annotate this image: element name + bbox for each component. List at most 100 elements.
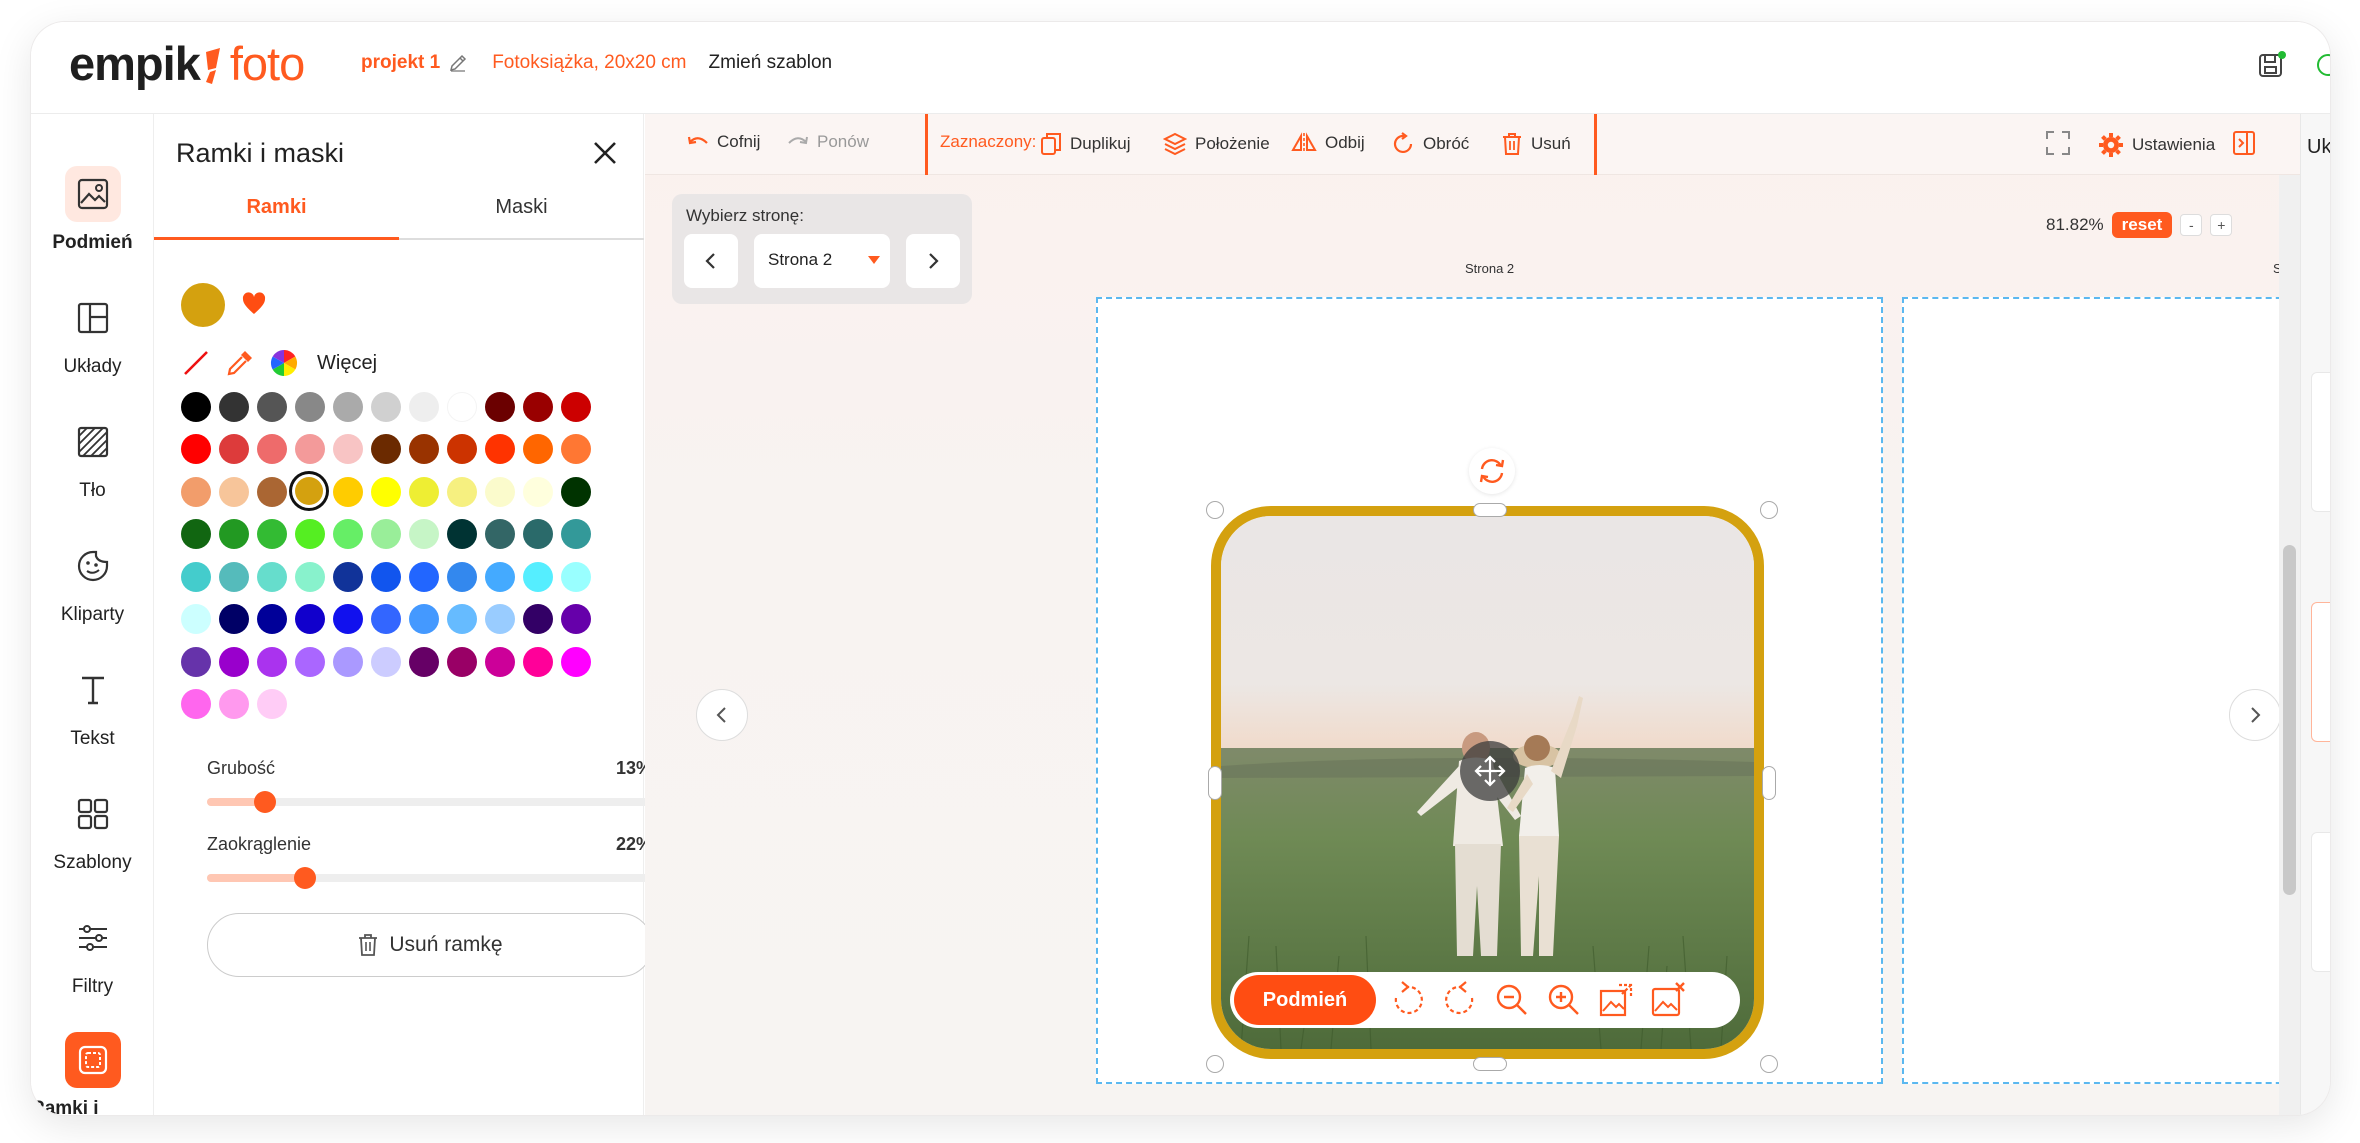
remove-image-button[interactable] bbox=[1642, 974, 1694, 1026]
zoom-in-image-button[interactable] bbox=[1538, 974, 1590, 1026]
color-swatch[interactable] bbox=[218, 392, 249, 422]
color-swatch[interactable] bbox=[218, 646, 249, 677]
color-swatch[interactable] bbox=[484, 519, 515, 550]
project-name[interactable]: projekt 1 bbox=[361, 52, 440, 74]
canvas-next-button[interactable] bbox=[2229, 689, 2281, 741]
color-swatch[interactable] bbox=[256, 604, 287, 635]
rotate-right-button[interactable] bbox=[1434, 974, 1486, 1026]
color-swatch[interactable] bbox=[408, 604, 439, 635]
color-swatch[interactable] bbox=[446, 434, 477, 465]
color-swatch[interactable] bbox=[181, 646, 211, 677]
color-swatch[interactable] bbox=[256, 561, 287, 592]
settings-button[interactable]: Ustawienia bbox=[2098, 132, 2215, 158]
color-swatch[interactable] bbox=[294, 434, 325, 465]
color-swatch[interactable] bbox=[484, 604, 515, 635]
color-wheel-icon[interactable] bbox=[269, 348, 299, 378]
color-swatch[interactable] bbox=[218, 434, 249, 465]
color-swatch[interactable] bbox=[560, 519, 591, 550]
fullscreen-button[interactable] bbox=[2045, 130, 2071, 156]
color-swatch[interactable] bbox=[522, 604, 553, 635]
rail-item-frames-masks[interactable]: Ramki i maski bbox=[31, 1032, 154, 1115]
color-swatch[interactable] bbox=[408, 476, 439, 507]
rounding-slider[interactable]: Zaokrąglenie 22% bbox=[207, 834, 652, 889]
color-swatch[interactable] bbox=[560, 392, 591, 422]
color-swatch[interactable] bbox=[332, 519, 363, 550]
zoom-reset-button[interactable]: reset bbox=[2111, 212, 2173, 238]
next-page-button[interactable] bbox=[906, 234, 960, 288]
color-swatch[interactable] bbox=[294, 519, 325, 550]
color-swatch[interactable] bbox=[370, 646, 401, 677]
product-type[interactable]: Fotoksiążka, 20x20 cm bbox=[492, 52, 686, 74]
color-swatch[interactable] bbox=[560, 434, 591, 465]
zoom-out-button[interactable]: - bbox=[2180, 214, 2203, 236]
resize-handle-left[interactable] bbox=[1208, 766, 1222, 800]
color-swatch[interactable] bbox=[181, 519, 211, 550]
close-icon[interactable] bbox=[588, 136, 622, 170]
resize-handle-bottom[interactable] bbox=[1473, 1057, 1507, 1071]
zoom-in-button[interactable]: + bbox=[2210, 214, 2233, 236]
position-button[interactable]: Położenie bbox=[1163, 132, 1270, 156]
color-swatch[interactable] bbox=[256, 392, 287, 422]
rail-item-layouts[interactable]: Układy bbox=[31, 290, 154, 400]
color-swatch[interactable] bbox=[332, 392, 363, 422]
rail-item-cliparts[interactable]: Kliparty bbox=[31, 538, 154, 648]
replace-image-button[interactable]: Podmień bbox=[1234, 975, 1376, 1025]
undo-button[interactable]: Cofnij bbox=[687, 132, 760, 152]
rail-item-templates[interactable]: Szablony bbox=[31, 786, 154, 896]
color-swatch[interactable] bbox=[446, 561, 477, 592]
color-swatch[interactable] bbox=[256, 476, 287, 507]
resize-handle-top-right[interactable] bbox=[1760, 501, 1778, 519]
color-swatch[interactable] bbox=[218, 604, 249, 635]
color-swatch[interactable] bbox=[181, 392, 211, 422]
page-select[interactable]: Strona 2 bbox=[754, 234, 890, 288]
color-swatch[interactable] bbox=[370, 434, 401, 465]
color-swatch[interactable] bbox=[256, 689, 287, 720]
rounding-knob[interactable] bbox=[293, 867, 316, 889]
color-swatch[interactable] bbox=[294, 476, 323, 505]
save-icon[interactable] bbox=[2256, 50, 2286, 80]
duplicate-button[interactable]: Duplikuj bbox=[1040, 132, 1130, 156]
color-swatch[interactable] bbox=[181, 689, 211, 720]
color-swatch[interactable] bbox=[484, 476, 515, 507]
color-swatch[interactable] bbox=[218, 476, 249, 507]
color-swatch[interactable] bbox=[294, 561, 325, 592]
color-swatch[interactable] bbox=[332, 604, 363, 635]
redo-button[interactable]: Ponów bbox=[787, 132, 869, 152]
color-swatch[interactable] bbox=[181, 434, 211, 465]
rail-item-filters[interactable]: Filtry bbox=[31, 910, 154, 1020]
color-swatch[interactable] bbox=[294, 392, 325, 422]
color-swatch[interactable] bbox=[294, 604, 325, 635]
color-swatch[interactable] bbox=[218, 689, 249, 720]
canvas-prev-button[interactable] bbox=[696, 689, 748, 741]
next-page-canvas[interactable] bbox=[1902, 297, 2302, 1084]
color-swatch[interactable] bbox=[370, 561, 401, 592]
color-swatch[interactable] bbox=[332, 646, 363, 677]
rail-item-replace[interactable]: Podmień bbox=[31, 166, 154, 276]
color-swatch[interactable] bbox=[370, 604, 401, 635]
color-swatch[interactable] bbox=[332, 476, 363, 507]
color-swatch[interactable] bbox=[522, 476, 553, 507]
thickness-slider[interactable]: Grubość 13% bbox=[207, 758, 652, 813]
vertical-scrollbar[interactable] bbox=[2279, 175, 2300, 1115]
resize-handle-bottom-left[interactable] bbox=[1206, 1055, 1224, 1073]
prev-page-button[interactable] bbox=[684, 234, 738, 288]
color-swatch[interactable] bbox=[484, 434, 515, 465]
color-swatch[interactable] bbox=[408, 392, 439, 422]
color-swatch[interactable] bbox=[370, 476, 401, 507]
color-swatch[interactable] bbox=[560, 561, 591, 592]
color-swatch[interactable] bbox=[370, 519, 401, 550]
change-template-link[interactable]: Zmień szablon bbox=[709, 52, 833, 74]
resize-handle-bottom-right[interactable] bbox=[1760, 1055, 1778, 1073]
color-swatch[interactable] bbox=[256, 434, 287, 465]
tab-frames[interactable]: Ramki bbox=[154, 188, 399, 240]
move-handle[interactable] bbox=[1460, 741, 1520, 801]
more-colors-link[interactable]: Więcej bbox=[317, 352, 377, 375]
color-swatch[interactable] bbox=[181, 561, 211, 592]
color-swatch[interactable] bbox=[484, 392, 515, 422]
color-swatch[interactable] bbox=[522, 434, 553, 465]
resize-handle-right[interactable] bbox=[1762, 766, 1776, 800]
color-swatch[interactable] bbox=[522, 392, 553, 422]
pencil-icon[interactable] bbox=[448, 53, 468, 73]
color-swatch[interactable] bbox=[446, 604, 477, 635]
color-swatch[interactable] bbox=[408, 519, 439, 550]
